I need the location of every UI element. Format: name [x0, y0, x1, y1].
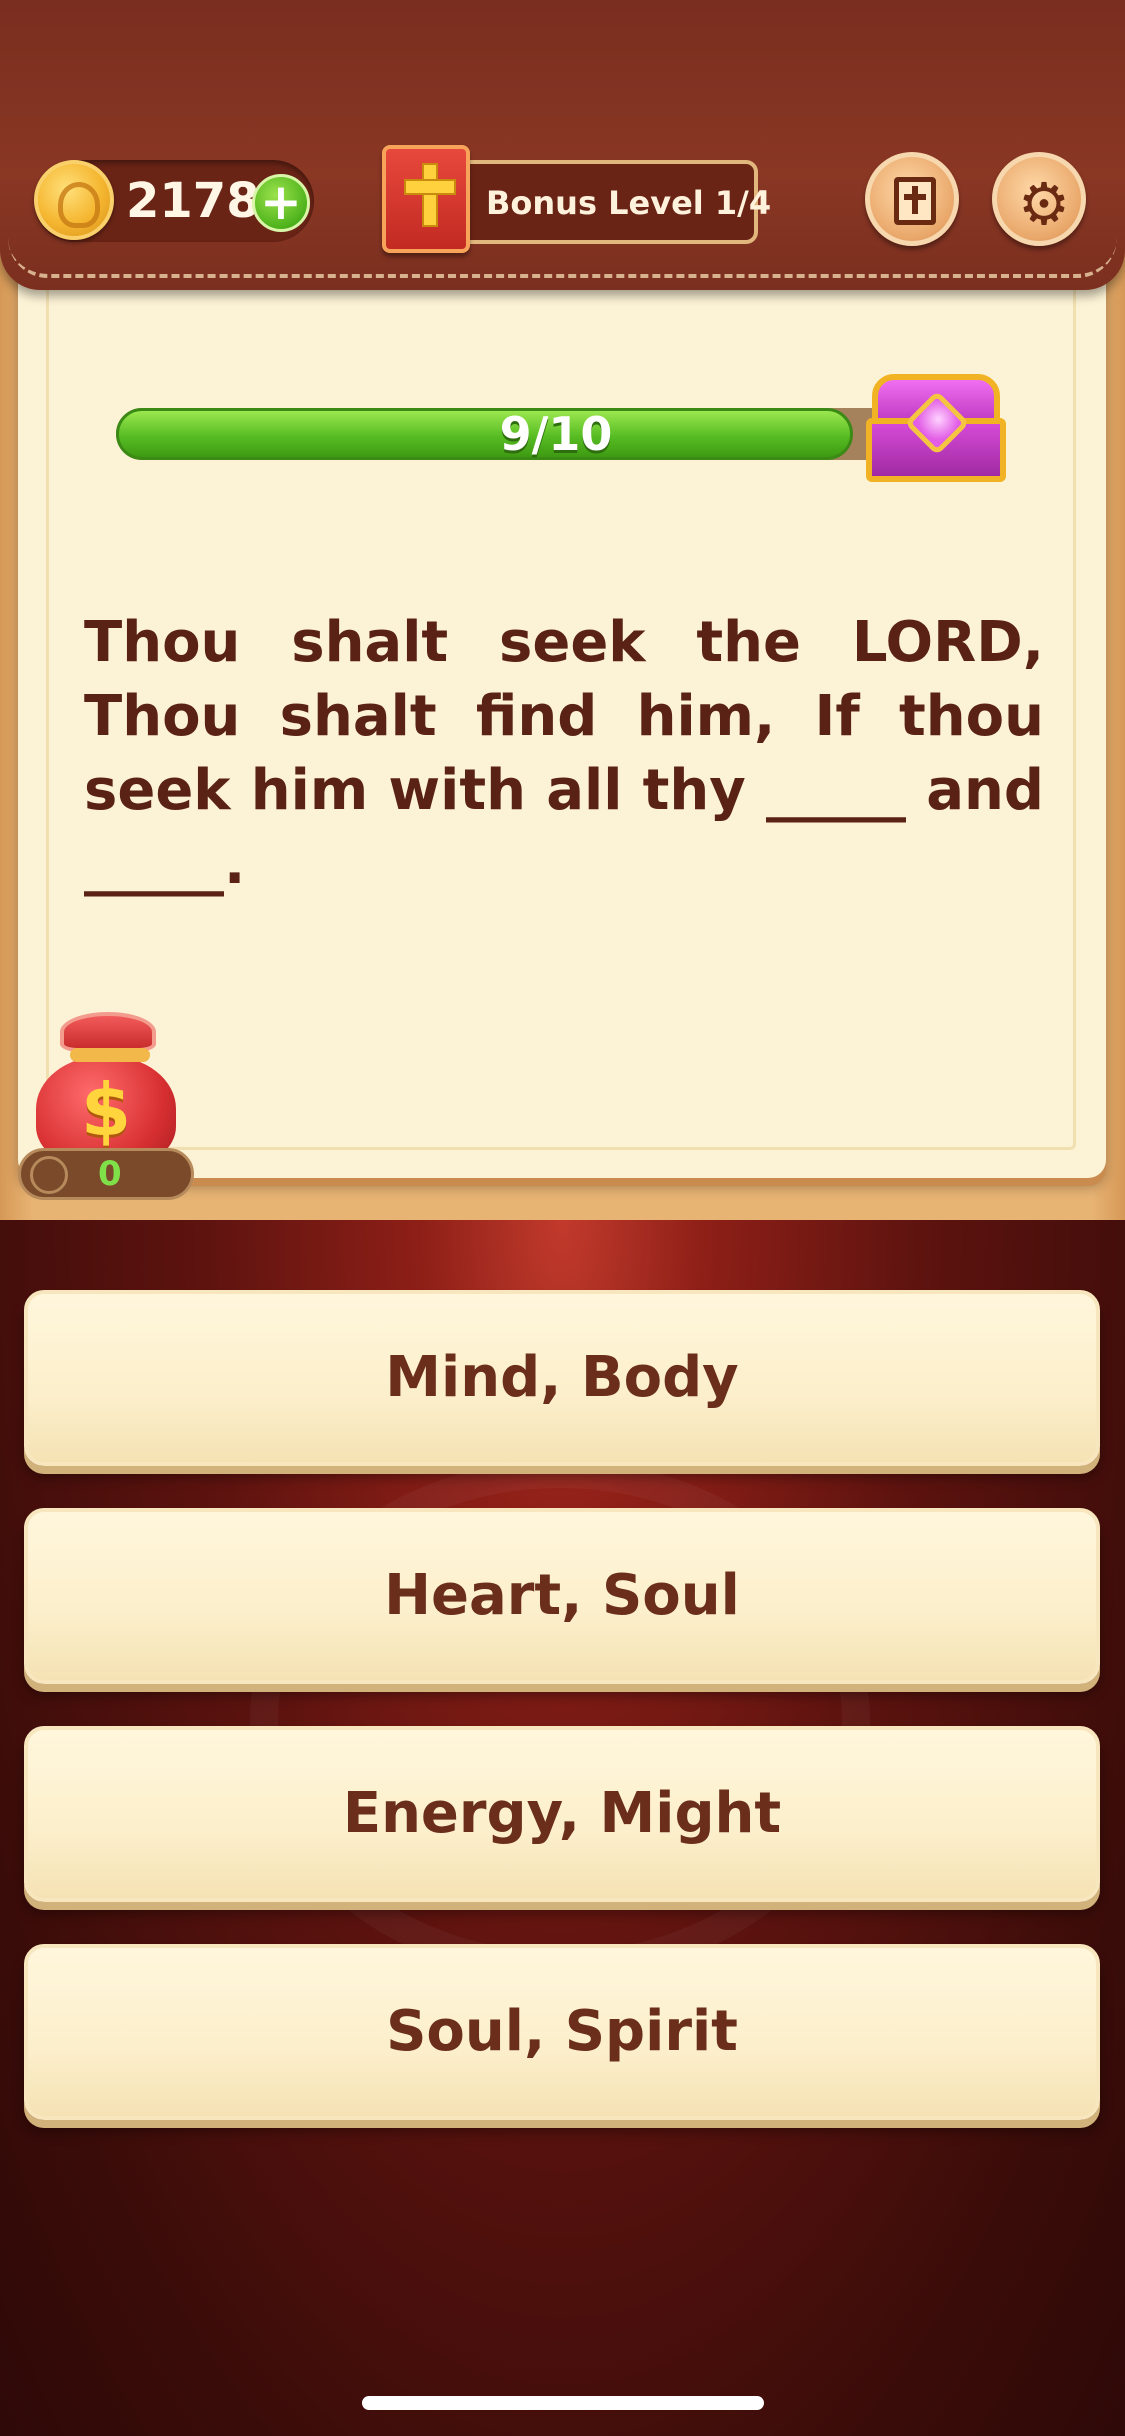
answer-option-4[interactable]: Soul, Spirit	[24, 1944, 1100, 2120]
coin-count: 2178	[126, 173, 260, 229]
answer-option-3[interactable]: Energy, Might	[24, 1726, 1100, 1902]
gear-icon: ⚙	[1018, 170, 1070, 238]
book-icon	[894, 177, 936, 225]
bonus-level-label: Bonus Level 1/4	[486, 184, 772, 222]
add-coins-button[interactable]: +	[252, 174, 310, 232]
bag-count: 0	[98, 1154, 122, 1194]
question-text: Thou shalt seek the LORD, Thou shalt fin…	[84, 610, 1044, 897]
treasure-chest-icon[interactable]	[866, 374, 1006, 486]
header-stitch	[8, 238, 1117, 278]
plus-icon: +	[260, 173, 302, 231]
top-bar	[0, 0, 1125, 290]
coin-icon	[34, 160, 114, 240]
bible-icon	[382, 145, 470, 253]
scripture-book-button[interactable]	[865, 152, 959, 246]
progress-label: 9/10	[499, 407, 613, 461]
settings-button[interactable]: ⚙	[992, 152, 1086, 246]
home-indicator[interactable]	[362, 2396, 764, 2410]
answer-option-1[interactable]: Mind, Body	[24, 1290, 1100, 1466]
mini-coin-icon	[30, 1156, 68, 1194]
money-bag-icon[interactable]: $	[20, 1010, 190, 1170]
answer-option-2[interactable]: Heart, Soul	[24, 1508, 1100, 1684]
